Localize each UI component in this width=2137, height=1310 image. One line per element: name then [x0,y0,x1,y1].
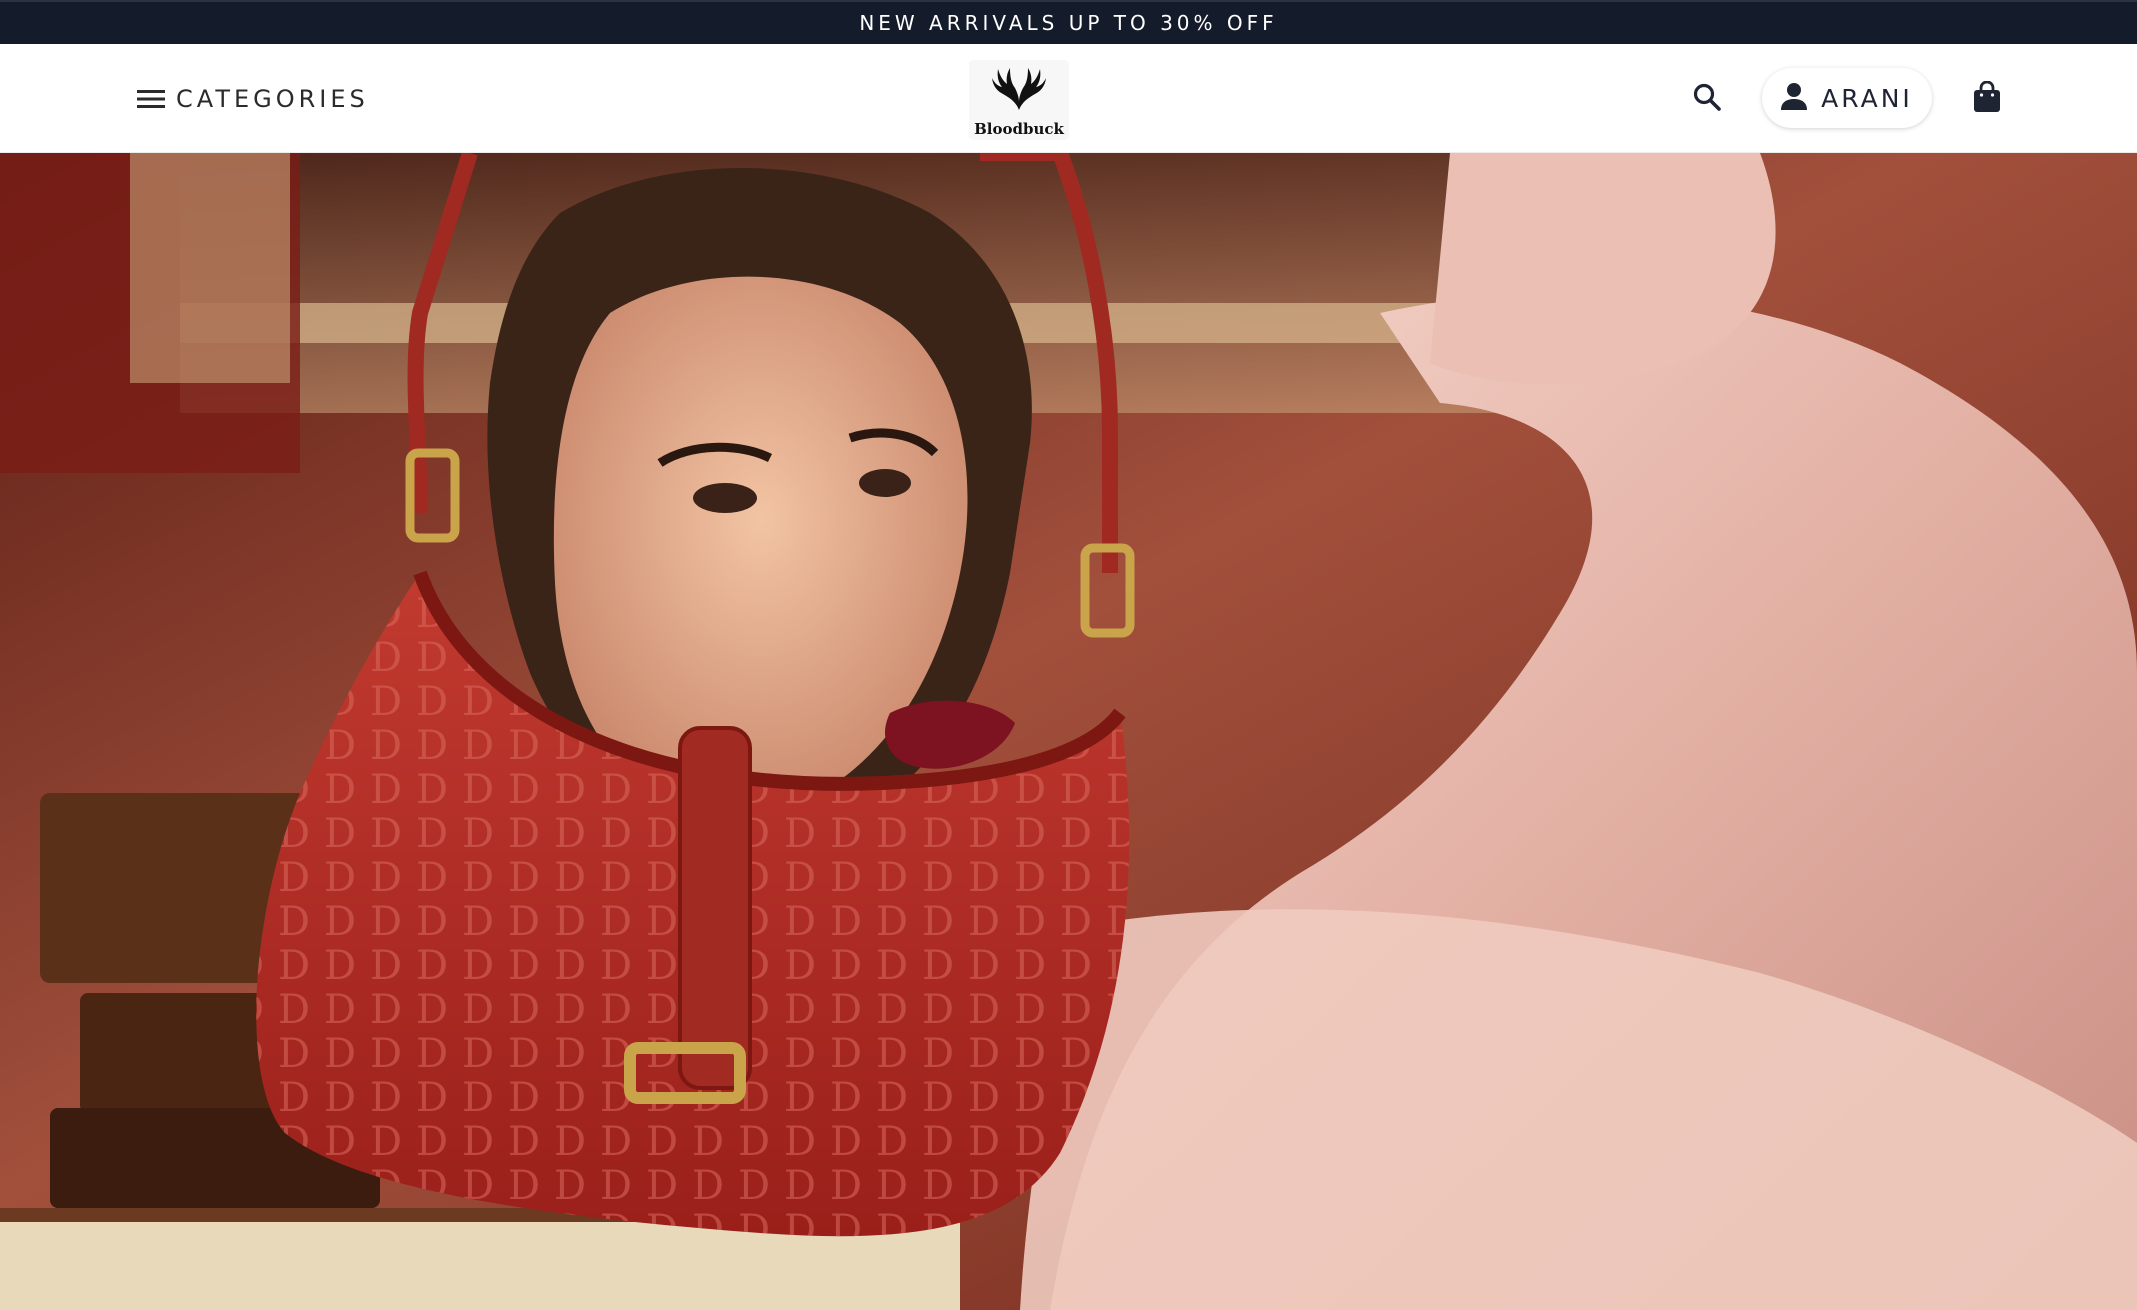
announcement-bar: NEW ARRIVALS UP TO 30% OFF [0,0,2137,44]
hamburger-menu-icon [136,88,166,110]
search-button[interactable] [1690,82,1724,116]
logo-wordmark: Bloodbuck [974,120,1064,138]
site-header: CATEGORIES Bloodbuck ARANI [0,44,2137,153]
shopping-bag-icon [1973,80,2001,117]
cart-button[interactable] [1970,80,2004,117]
categories-button[interactable]: CATEGORIES [136,80,369,118]
categories-label: CATEGORIES [176,85,369,113]
hero-banner-image[interactable]: D [0,153,2137,1310]
antler-logo-icon [986,64,1052,118]
account-username: ARANI [1821,83,1913,113]
magnifier-icon [1692,82,1722,116]
brand-logo[interactable]: Bloodbuck [969,60,1069,140]
announcement-text: NEW ARRIVALS UP TO 30% OFF [859,11,1278,35]
person-icon [1781,82,1808,114]
account-button[interactable]: ARANI [1762,68,1932,128]
